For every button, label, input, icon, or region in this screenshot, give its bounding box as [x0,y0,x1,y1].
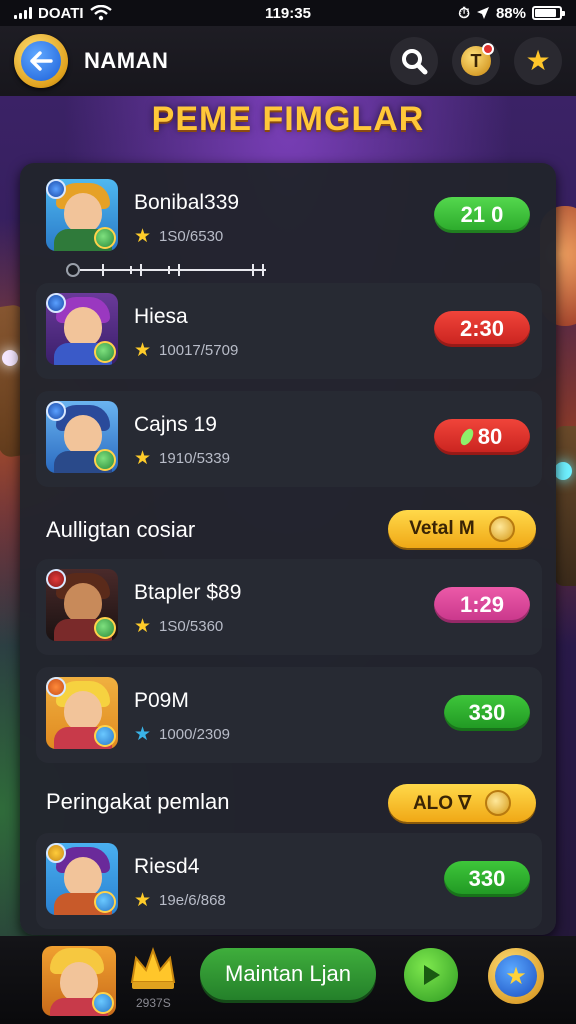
player-stat: ★ 1S0/6530 [134,226,224,247]
star-icon: ★ [134,890,152,911]
rank-badge-icon [46,179,66,199]
player-stat: ★ 10017/5709 [134,340,239,361]
progress-slider[interactable] [66,262,270,278]
star-icon: ★ [134,448,152,469]
player-stat: ★ 19e/6/868 [134,890,226,911]
player-name: Bonibal339 [134,191,240,214]
player-avatar [46,179,118,251]
section-heading: Aulligtan cosiar [46,517,196,542]
rank-badge-icon [46,293,66,313]
section-action-button[interactable]: ALO ∇ [388,784,536,822]
play-button[interactable] [404,948,458,1002]
section-heading: Peringakat pemlan [46,789,230,814]
bottom-bar: 2937S Maintan Ljan ★ [0,936,576,1024]
status-bar: DOATI 119:35 ⏱ 88% [0,0,576,26]
star-button[interactable]: ★ [488,948,544,1004]
favorites-button[interactable]: ★ [514,37,562,85]
player-stat: ★ 1000/2309 [134,724,230,745]
player-avatar [46,293,118,365]
section-action-button[interactable]: Vetal M [388,510,536,548]
score-badge[interactable]: 80 [434,419,530,455]
decoration-wood-right [554,426,576,586]
coin-icon [485,790,512,816]
score-badge[interactable]: 330 [444,695,530,731]
leaderboard-panel: Bonibal339 ★ 1S0/6530 21 0 Hiesa ★ 10017/5… [20,163,556,935]
app-header: NAMAN T ★ [0,26,576,96]
location-arrow-icon [476,7,489,19]
alarm-icon: ⏱ [458,4,470,22]
play-icon [424,965,440,985]
slider-handle[interactable] [66,263,80,277]
coin-icon [488,516,515,542]
player-row[interactable]: Hiesa ★ 10017/5709 2:30 [36,283,542,379]
star-icon: ★ [134,226,152,247]
header-title: NAMAN [84,48,169,73]
player-avatar [46,843,118,915]
star-icon: ★ [134,724,152,745]
level-badge-icon [94,891,116,913]
gem-icon [457,426,476,448]
player-row[interactable]: Riesd4 ★ 19e/6/868 330 [36,833,542,929]
battery-percent: 88% [495,4,526,22]
search-icon [402,49,428,75]
score-badge[interactable]: 2:30 [434,311,530,347]
level-badge-icon [94,617,116,639]
level-badge-icon [94,341,116,363]
player-stat: ★ 1910/5339 [134,448,230,469]
wifi-icon [89,5,112,21]
level-badge-icon [94,449,116,471]
rank-badge-icon [46,843,66,863]
game-title: PEME FIMGLAR [151,100,425,138]
status-time: 119:35 [265,4,311,22]
level-badge-icon [92,992,114,1014]
score-badge[interactable]: 21 0 [434,197,530,233]
star-icon: ★ [134,340,152,361]
token-button[interactable]: T [452,37,500,85]
player-avatar [46,569,118,641]
player-name: P09M [134,689,189,712]
score-badge[interactable]: 1:29 [434,587,530,623]
player-name: Cajns 19 [134,413,217,436]
back-arrow-icon [21,41,61,81]
status-right: ⏱ 88% [362,4,565,22]
player-row[interactable]: Cajns 19 ★ 1910/5339 80 [36,391,542,487]
glow-light-icon [2,350,18,366]
back-button[interactable] [14,34,68,88]
player-row[interactable]: P09M ★ 1000/2309 330 [36,667,542,763]
rank-badge-icon [46,401,66,421]
profile-avatar[interactable] [42,946,116,1016]
player-name: Hiesa [134,305,188,328]
player-name: Btapler $89 [134,581,242,604]
player-avatar [46,677,118,749]
level-badge-icon [94,725,116,747]
rank-badge-icon [46,677,66,697]
score-badge[interactable]: 330 [444,861,530,897]
play-now-button[interactable]: Maintan Ljan [200,948,376,1000]
star-icon: ★ [134,616,152,637]
player-stat: ★ 1S0/5360 [134,616,224,637]
signal-icon [14,7,32,19]
search-button[interactable] [390,37,438,85]
player-row[interactable]: Bonibal339 ★ 1S0/6530 21 0 [36,169,542,265]
player-name: Riesd4 [134,855,200,878]
glow-light-icon [554,462,572,480]
player-row[interactable]: Btapler $89 ★ 1S0/5360 1:29 [36,559,542,655]
notification-dot [482,43,494,55]
battery-icon [532,6,565,20]
player-avatar [46,401,118,473]
rank-badge-icon [46,569,66,589]
crown-icon[interactable] [128,946,178,992]
star-icon: ★ [495,955,537,997]
score-label: 2937S [136,996,171,1010]
star-icon: ★ [525,45,551,76]
status-left: DOATI [14,5,214,22]
battery-fill [535,9,557,17]
level-badge-icon [94,227,116,249]
carrier-label: DOATI [38,4,84,22]
